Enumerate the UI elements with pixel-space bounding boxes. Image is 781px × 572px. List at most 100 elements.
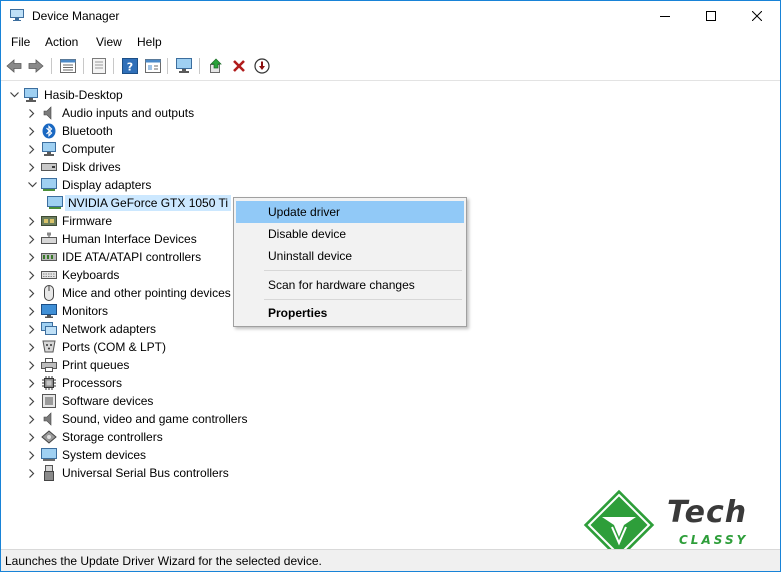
context-menu-disable-device[interactable]: Disable device [236, 223, 464, 245]
chevron-right-icon[interactable] [27, 266, 37, 284]
tree-category-processors[interactable]: Processors [27, 374, 122, 392]
view-tree-icon [60, 59, 76, 73]
speaker-icon [41, 105, 57, 121]
tree-category-keyboards[interactable]: Keyboards [27, 266, 119, 284]
tree-category-print-queues[interactable]: Print queues [27, 356, 129, 374]
monitor-icon [41, 303, 57, 319]
toolbar-separator [83, 58, 84, 74]
tree-category-hid[interactable]: Human Interface Devices [27, 230, 197, 248]
computer-icon [23, 87, 39, 103]
chevron-right-icon[interactable] [27, 122, 37, 140]
disable-device-button[interactable] [253, 57, 271, 75]
back-button[interactable] [5, 57, 23, 75]
menu-view[interactable]: View [96, 35, 122, 49]
tree-category-ports[interactable]: Ports (COM & LPT) [27, 338, 166, 356]
chevron-right-icon[interactable] [27, 428, 37, 446]
tree-category-label: Computer [62, 142, 115, 156]
processor-icon [41, 375, 57, 391]
maximize-button[interactable] [688, 1, 734, 31]
chevron-right-icon[interactable] [27, 248, 37, 266]
minimize-icon [660, 16, 670, 17]
help-icon: ? [122, 58, 138, 74]
tree-device-label: NVIDIA GeForce GTX 1050 Ti [65, 195, 232, 211]
display-computer-button[interactable] [175, 57, 193, 75]
forward-button[interactable] [27, 57, 45, 75]
chevron-right-icon[interactable] [27, 158, 37, 176]
tree-category-software-devices[interactable]: Software devices [27, 392, 153, 410]
mouse-icon [41, 285, 57, 301]
tree-root[interactable]: Hasib-Desktop [9, 86, 123, 104]
properties-sheet-button[interactable] [90, 57, 108, 75]
menu-file[interactable]: File [11, 35, 30, 49]
tree-device-gpu[interactable]: NVIDIA GeForce GTX 1050 Ti [47, 194, 232, 212]
tree-category-network[interactable]: Network adapters [27, 320, 156, 338]
properties-sheet-icon [92, 58, 106, 74]
view-tree-button[interactable] [59, 57, 77, 75]
menu-action[interactable]: Action [45, 35, 78, 49]
menu-help[interactable]: Help [137, 35, 162, 49]
title-bar[interactable]: Device Manager [1, 1, 780, 31]
network-icon [41, 321, 57, 337]
chevron-right-icon[interactable] [27, 356, 37, 374]
tree-category-label: Human Interface Devices [62, 232, 197, 246]
tree-category-firmware[interactable]: Firmware [27, 212, 112, 230]
chevron-down-icon[interactable] [27, 176, 37, 194]
update-driver-icon [210, 58, 222, 73]
tree-category-storage[interactable]: Storage controllers [27, 428, 163, 446]
chevron-right-icon[interactable] [27, 140, 37, 158]
chevron-right-icon[interactable] [27, 302, 37, 320]
keyboard-icon [41, 267, 57, 283]
display-adapter-icon [41, 177, 57, 193]
chevron-right-icon[interactable] [27, 230, 37, 248]
tree-category-ide[interactable]: IDE ATA/ATAPI controllers [27, 248, 201, 266]
chevron-right-icon[interactable] [27, 212, 37, 230]
menu-bar: File Action View Help [1, 32, 780, 52]
update-driver-button[interactable] [207, 57, 225, 75]
context-menu-properties[interactable]: Properties [236, 302, 464, 324]
toolbar-separator [51, 58, 52, 74]
uninstall-button[interactable] [230, 57, 248, 75]
tree-category-label: Storage controllers [62, 430, 163, 444]
tree-category-display-adapters[interactable]: Display adapters [27, 176, 151, 194]
chevron-right-icon[interactable] [27, 104, 37, 122]
ide-controller-icon [41, 249, 57, 265]
chevron-right-icon[interactable] [27, 374, 37, 392]
tree-category-label: Display adapters [62, 178, 152, 192]
context-menu-uninstall-device[interactable]: Uninstall device [236, 245, 464, 267]
tree-category-system-devices[interactable]: System devices [27, 446, 146, 464]
help-button[interactable]: ? [121, 57, 139, 75]
tree-category-label: Audio inputs and outputs [62, 106, 195, 120]
tree-category-usb[interactable]: Universal Serial Bus controllers [27, 464, 229, 482]
chevron-right-icon[interactable] [27, 392, 37, 410]
chevron-right-icon[interactable] [27, 320, 37, 338]
toolbar-separator [199, 58, 200, 74]
printer-icon [41, 357, 57, 373]
tree-category-computer[interactable]: Computer [27, 140, 115, 158]
chevron-down-icon[interactable] [9, 86, 19, 104]
tree-category-disk-drives[interactable]: Disk drives [27, 158, 121, 176]
status-text: Launches the Update Driver Wizard for th… [5, 554, 322, 568]
chevron-right-icon[interactable] [27, 464, 37, 482]
chevron-right-icon[interactable] [27, 338, 37, 356]
chevron-right-icon[interactable] [27, 446, 37, 464]
tree-category-label: Monitors [62, 304, 109, 318]
computer-icon [41, 141, 57, 157]
chevron-right-icon[interactable] [27, 284, 37, 302]
tree-category-monitors[interactable]: Monitors [27, 302, 108, 320]
back-icon [6, 59, 22, 73]
context-menu-separator [264, 270, 462, 271]
toolbar-separator [113, 58, 114, 74]
hid-icon [41, 231, 57, 247]
context-menu-update-driver[interactable]: Update driver [236, 201, 464, 223]
chevron-right-icon[interactable] [27, 410, 37, 428]
context-menu-scan-hardware[interactable]: Scan for hardware changes [236, 274, 464, 296]
tree-category-mice[interactable]: Mice and other pointing devices [27, 284, 231, 302]
tree-category-sound[interactable]: Sound, video and game controllers [27, 410, 247, 428]
resources-view-button[interactable] [144, 57, 162, 75]
tree-category-label: Software devices [62, 394, 154, 408]
tree-category-bluetooth[interactable]: Bluetooth [27, 122, 113, 140]
minimize-button[interactable] [642, 1, 688, 31]
disk-drive-icon [41, 159, 57, 175]
tree-category-audio[interactable]: Audio inputs and outputs [27, 104, 194, 122]
close-button[interactable] [734, 1, 780, 31]
